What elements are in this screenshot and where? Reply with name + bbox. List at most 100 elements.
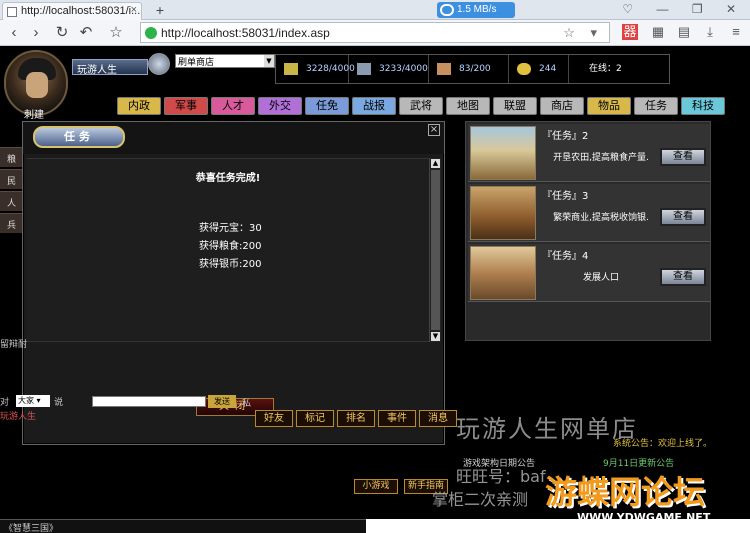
scroll-thumb[interactable]	[431, 170, 440, 330]
overlay-sub1: 旺旺号：baf	[456, 467, 546, 486]
menu-alliance[interactable]: 联盟	[493, 97, 537, 115]
menu-tech[interactable]: 科技	[681, 97, 725, 115]
shop-select[interactable]: 刷单商店 ▼	[175, 54, 275, 68]
task-title: 『任务』4	[542, 251, 589, 262]
task-image-population	[470, 246, 536, 300]
resource-bar: 3228/4000 3233/4000 83/200 244 在线：2	[275, 54, 670, 84]
events-button[interactable]: 事件	[378, 410, 416, 427]
secure-check-icon	[145, 27, 157, 39]
chevron-down-icon: ▼	[264, 55, 274, 67]
gold-icon	[517, 63, 531, 75]
modal-header: 任务 ×	[23, 122, 444, 154]
mark-button[interactable]: 标记	[296, 410, 334, 427]
mini-game-button[interactable]: 小游戏	[354, 479, 398, 494]
game-area: 刺建 玩游人生 刷单商店 ▼ 3228/4000 3233/4000 83/20…	[0, 47, 750, 533]
menu-diplomacy[interactable]: 外交	[258, 97, 302, 115]
menu-battle-report[interactable]: 战报	[352, 97, 396, 115]
forward-arrow-icon[interactable]: ›	[26, 23, 46, 43]
chat-username[interactable]: 玩游人生	[0, 409, 36, 422]
wheat-icon	[284, 63, 298, 75]
modal-scrollbar[interactable]: ▲ ▼	[429, 158, 441, 342]
menu-talent[interactable]: 人才	[211, 97, 255, 115]
chevron-down-icon: ▾	[36, 396, 41, 405]
overlay-sub2: 掌柜二次亲测	[432, 490, 529, 509]
footer-blank	[366, 519, 750, 533]
modal-title: 任务	[33, 126, 125, 148]
undo-icon[interactable]: ↶	[76, 23, 96, 43]
page-favicon-icon	[7, 7, 17, 17]
speed-icon	[440, 4, 454, 16]
avatar-face	[26, 72, 48, 98]
menu-items[interactable]: 物品	[587, 97, 631, 115]
friends-button[interactable]: 好友	[255, 410, 293, 427]
chat-channel-value: 大家	[18, 396, 34, 405]
chat-side-label: 留辩耐	[0, 340, 28, 350]
task-desc: 开垦农田,提高粮食产量.	[553, 153, 649, 163]
back-arrow-icon[interactable]: ‹	[4, 23, 24, 43]
task-title: 『任务』3	[542, 191, 589, 202]
chat-say-label: 说	[54, 398, 64, 408]
online-count: 在线：2	[589, 64, 622, 74]
network-speed-text: 1.5 MB/s	[457, 4, 497, 15]
star-icon[interactable]: ☆	[106, 23, 126, 43]
menu-tasks[interactable]: 任务	[634, 97, 678, 115]
resource-food-value: 3228/4000	[306, 64, 355, 74]
app-root: http://localhost:58031/i... × + 1.5 MB/s…	[0, 0, 750, 533]
chat-input[interactable]	[92, 396, 206, 407]
ore-icon	[357, 63, 371, 75]
menu-domestic[interactable]: 内政	[117, 97, 161, 115]
extension-icon[interactable]: 器	[622, 24, 638, 40]
close-icon[interactable]: ×	[428, 124, 440, 136]
task-list: 『任务』2 开垦农田,提高粮食产量. 查看 『任务』3 繁荣商业,提高税收饷银.…	[465, 121, 711, 341]
medal-icon[interactable]	[148, 53, 170, 75]
network-speed-badge: 1.5 MB/s	[437, 2, 515, 18]
browser-tab[interactable]: http://localhost:58031/i... ×	[2, 2, 142, 20]
menu-shop[interactable]: 商店	[540, 97, 584, 115]
address-bar[interactable]: http://localhost:58031/index.asp ☆ ▾	[140, 22, 610, 43]
menu-map[interactable]: 地图	[446, 97, 490, 115]
download-icon[interactable]: ⤓	[702, 24, 718, 40]
messages-button[interactable]: 消息	[419, 410, 457, 427]
reward-food: 获得粮食:200	[199, 241, 262, 252]
modal-body: 恭喜任务完成! 获得元宝：30 获得粮食:200 获得银币:200	[27, 158, 429, 342]
watermark-main: 游蝶网论坛	[545, 473, 706, 511]
browser-tab-bar: http://localhost:58031/i... × + 1.5 MB/s…	[0, 0, 750, 20]
new-tab-button[interactable]: +	[150, 2, 170, 18]
apps-icon[interactable]: ▤	[676, 24, 692, 40]
menu-military[interactable]: 军事	[164, 97, 208, 115]
menu-appointment[interactable]: 任免	[305, 97, 349, 115]
view-task-button[interactable]: 查看	[660, 208, 706, 226]
window-controls[interactable]: ♡ — ❐ ✕	[622, 2, 746, 16]
resource-ore: 3233/4000	[349, 55, 429, 83]
resource-ore-value: 3233/4000	[379, 64, 428, 74]
menu-icon[interactable]: ≡	[728, 24, 744, 40]
menu-generals[interactable]: 武将	[399, 97, 443, 115]
address-bar-actions[interactable]: ☆ ▾	[563, 25, 603, 41]
chat-channel-select[interactable]: 大家 ▾	[16, 395, 50, 407]
ranking-button[interactable]: 排名	[337, 410, 375, 427]
address-url: http://localhost:58031/index.asp	[161, 26, 330, 40]
tab-close-icon[interactable]: ×	[131, 4, 137, 16]
side-tab[interactable]: 民	[0, 169, 22, 189]
task-item: 『任务』2 开垦农田,提高粮食产量. 查看	[468, 124, 710, 182]
reload-icon[interactable]: ↻	[52, 23, 72, 43]
grid-icon[interactable]: ▦	[650, 24, 666, 40]
browser-tab-title: http://localhost:58031/i...	[21, 5, 141, 17]
avatar-label: 刺建	[24, 110, 44, 121]
side-tab[interactable]: 兵	[0, 213, 22, 233]
task-item: 『任务』4 发展人口 查看	[468, 244, 710, 302]
resource-soldiers: 83/200	[429, 55, 509, 83]
side-tab[interactable]: 人	[0, 191, 22, 211]
chat-private-label: 私	[242, 399, 252, 409]
scroll-down-icon[interactable]: ▼	[431, 332, 440, 341]
overlay-title: 玩游人生网单店	[456, 415, 638, 443]
task-image-farming	[470, 126, 536, 180]
view-task-button[interactable]: 查看	[660, 148, 706, 166]
reward-silver: 获得银币:200	[199, 259, 262, 270]
resource-gold: 244	[509, 55, 569, 83]
chat-send-button[interactable]: 发送	[208, 395, 236, 408]
task-desc: 繁荣商业,提高税收饷银.	[553, 213, 649, 223]
view-task-button[interactable]: 查看	[660, 268, 706, 286]
side-tab[interactable]: 粮	[0, 147, 22, 167]
scroll-up-icon[interactable]: ▲	[431, 159, 440, 168]
